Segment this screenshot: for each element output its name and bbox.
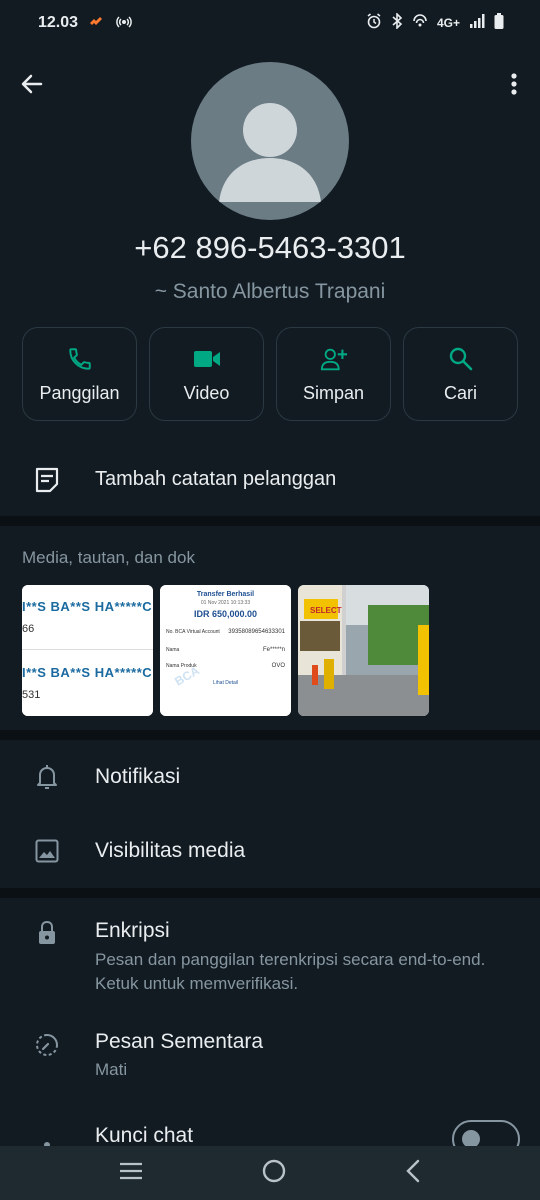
thumb2-name-value: Fe*****n bbox=[262, 647, 285, 653]
more-options-button[interactable] bbox=[502, 68, 526, 100]
add-customer-note-label: Tambah catatan pelanggan bbox=[95, 468, 337, 490]
timer-icon bbox=[34, 1032, 60, 1058]
thumb1-text-2: I**S BA**S HA*****C bbox=[22, 665, 153, 680]
call-button[interactable]: Panggilan bbox=[22, 327, 137, 421]
app-notification-icon bbox=[88, 16, 104, 34]
thumb1-num-2: 531 bbox=[22, 689, 41, 701]
disappearing-messages-status: Mati bbox=[95, 1060, 128, 1079]
media-thumbnail-2[interactable]: Transfer Berhasil 01 Nov 2021 10:13:33 I… bbox=[160, 585, 291, 716]
back-button[interactable] bbox=[16, 68, 48, 100]
video-icon bbox=[193, 345, 221, 373]
contact-header: +62 896-5463-3301 ~ Santo Albertus Trapa… bbox=[0, 46, 540, 516]
thumb2-product-value: OVO bbox=[271, 663, 285, 669]
call-label: Panggilan bbox=[39, 382, 120, 403]
gas-station-photo bbox=[298, 585, 429, 716]
phone-icon bbox=[66, 345, 94, 373]
hotspot-icon bbox=[114, 14, 134, 35]
add-customer-note-row[interactable]: Tambah catatan pelanggan bbox=[0, 456, 540, 504]
chat-lock-title: Kunci chat bbox=[95, 1124, 194, 1147]
recent-apps-button[interactable] bbox=[118, 1161, 144, 1186]
image-icon bbox=[34, 838, 60, 864]
thumb1-num-1: 66 bbox=[22, 623, 35, 635]
search-icon bbox=[447, 345, 475, 373]
thumb2-title: Transfer Berhasil bbox=[196, 591, 255, 598]
search-label: Cari bbox=[443, 382, 477, 403]
save-contact-button[interactable]: Simpan bbox=[276, 327, 391, 421]
notifications-row[interactable]: Notifikasi bbox=[0, 740, 540, 814]
section-divider bbox=[0, 730, 540, 740]
media-visibility-row[interactable]: Visibilitas media bbox=[0, 814, 540, 888]
section-divider bbox=[0, 888, 540, 898]
settings-group-1: Notifikasi Visibilitas media bbox=[0, 740, 540, 888]
thumb2-date: 01 Nov 2021 10:13:33 bbox=[200, 600, 251, 606]
save-label: Simpan bbox=[302, 382, 365, 403]
contact-phone-number: +62 896-5463-3301 bbox=[134, 230, 406, 265]
video-call-button[interactable]: Video bbox=[149, 327, 264, 421]
media-thumbnail-1[interactable]: I**S BA**S HA*****C 66 I**S BA**S HA****… bbox=[22, 585, 153, 716]
disappearing-messages-row[interactable]: Pesan Sementara Mati bbox=[0, 1008, 540, 1092]
thumb3-sign: SELECT bbox=[310, 606, 342, 615]
thumb2-name-label: Nama bbox=[166, 647, 180, 653]
contact-display-name: ~ Santo Albertus Trapani bbox=[154, 280, 386, 303]
lock-icon bbox=[34, 920, 60, 946]
system-navigation-bar bbox=[0, 1146, 540, 1200]
alarm-icon bbox=[366, 13, 382, 32]
encryption-title: Enkripsi bbox=[95, 919, 170, 942]
thumb2-va-value: 39358089654633301 bbox=[228, 629, 285, 635]
media-section-title[interactable]: Media, tautan, dan dok bbox=[22, 548, 195, 568]
media-thumbnails: I**S BA**S HA*****C 66 I**S BA**S HA****… bbox=[22, 585, 429, 716]
avatar[interactable] bbox=[191, 62, 349, 220]
home-circle-icon bbox=[262, 1159, 286, 1182]
note-icon bbox=[34, 466, 60, 499]
status-bar: 12.03 4G+ bbox=[0, 0, 540, 46]
bluetooth-icon bbox=[391, 12, 403, 32]
bell-icon bbox=[34, 764, 60, 790]
arrow-left-icon bbox=[21, 74, 43, 94]
notifications-label: Notifikasi bbox=[95, 765, 181, 788]
section-divider bbox=[0, 516, 540, 526]
thumb2-va-label: No. BCA Virtual Account bbox=[166, 629, 220, 635]
menu-lines-icon bbox=[120, 1162, 143, 1179]
video-label: Video bbox=[183, 382, 230, 403]
nav-back-button[interactable] bbox=[404, 1159, 422, 1188]
default-avatar-icon bbox=[219, 103, 321, 202]
status-system-icons: 4G+ bbox=[366, 12, 504, 32]
encryption-description: Pesan dan panggilan terenkripsi secara e… bbox=[95, 950, 486, 993]
media-visibility-label: Visibilitas media bbox=[95, 839, 246, 862]
network-type-label: 4G+ bbox=[436, 15, 460, 30]
home-button[interactable] bbox=[261, 1158, 287, 1189]
battery-icon bbox=[494, 13, 504, 32]
media-thumbnail-3[interactable]: SELECT bbox=[298, 585, 429, 716]
thumb2-amount: IDR 650,000.00 bbox=[193, 609, 258, 619]
search-button[interactable]: Cari bbox=[403, 327, 518, 421]
chevron-left-icon bbox=[405, 1159, 419, 1182]
thumb1-text-1: I**S BA**S HA*****C bbox=[22, 599, 153, 614]
signal-icon bbox=[469, 14, 485, 31]
encryption-row[interactable]: Enkripsi Pesan dan panggilan terenkripsi… bbox=[0, 898, 540, 1008]
media-section: Media, tautan, dan dok I**S BA**S HA****… bbox=[0, 526, 540, 730]
status-notification-icons bbox=[88, 14, 134, 35]
settings-group-2: Enkripsi Pesan dan panggilan terenkripsi… bbox=[0, 898, 540, 1158]
disappearing-messages-title: Pesan Sementara bbox=[95, 1030, 264, 1053]
more-vertical-icon bbox=[511, 73, 517, 95]
wifi-calling-icon bbox=[412, 14, 428, 31]
quick-actions: Panggilan Video Simpan Cari bbox=[22, 327, 518, 421]
status-time: 12.03 bbox=[38, 14, 79, 31]
add-person-icon bbox=[320, 345, 348, 373]
